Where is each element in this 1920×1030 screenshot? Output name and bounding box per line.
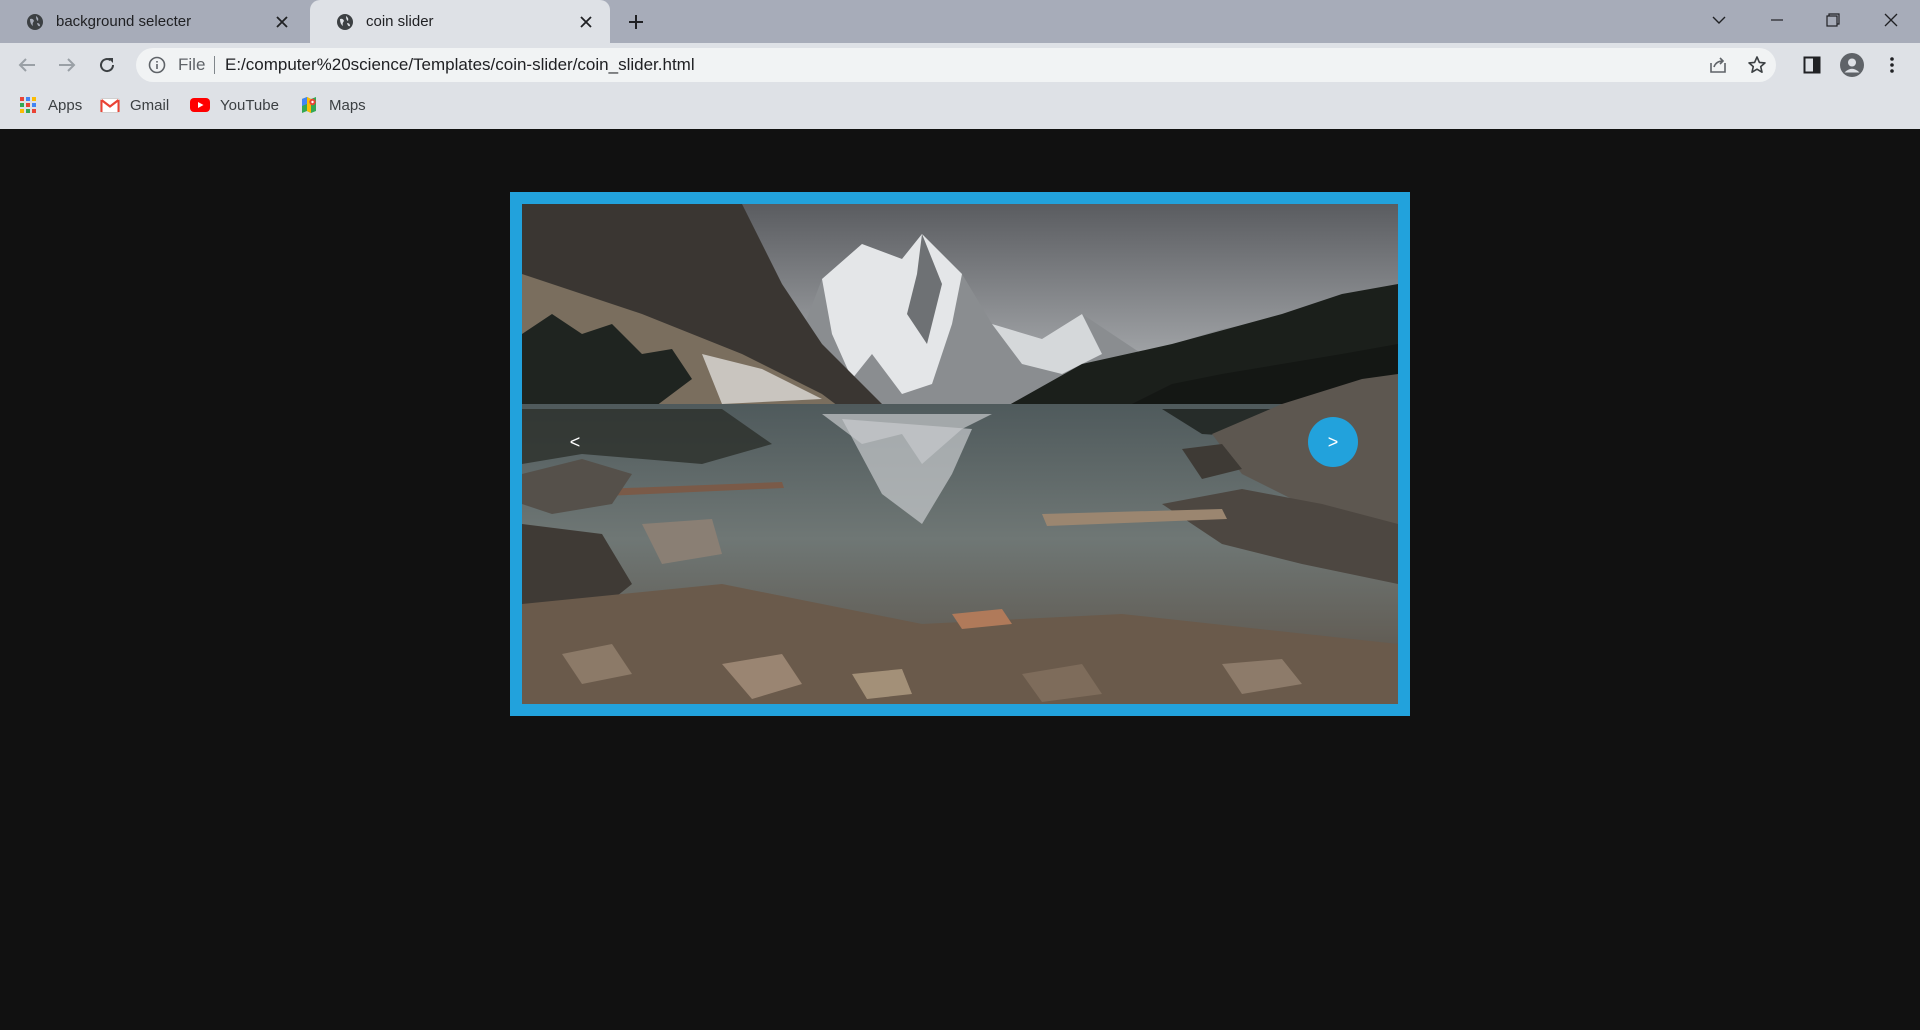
slide-image	[522, 204, 1398, 704]
share-icon[interactable]	[1708, 55, 1728, 75]
apps-grid-icon	[18, 95, 38, 115]
chevron-down-icon	[1712, 16, 1726, 24]
bookmark-label: YouTube	[220, 96, 279, 114]
info-icon[interactable]	[148, 56, 166, 74]
address-divider	[214, 56, 215, 74]
page-viewport: < >	[0, 129, 1920, 1030]
side-panel-button[interactable]	[1796, 49, 1828, 81]
mountain-lake-image	[522, 204, 1398, 704]
menu-button[interactable]	[1876, 49, 1908, 81]
back-arrow-icon	[18, 58, 35, 72]
bookmark-label: Gmail	[130, 96, 170, 114]
maps-icon	[299, 95, 319, 115]
browser-chrome: background selecter coin slider File E:/…	[0, 0, 1920, 129]
prev-slide-button[interactable]: <	[560, 417, 590, 467]
close-window-button[interactable]	[1868, 0, 1914, 40]
plus-icon	[629, 15, 643, 29]
reload-button[interactable]	[91, 49, 123, 81]
address-bar[interactable]: File E:/computer%20science/Templates/coi…	[136, 48, 1776, 82]
minimize-icon	[1771, 19, 1783, 21]
close-tab-icon[interactable]	[272, 12, 292, 32]
kebab-menu-icon	[1890, 57, 1894, 73]
next-slide-button[interactable]: >	[1308, 417, 1358, 467]
tab-background-selecter[interactable]: background selecter	[0, 0, 306, 43]
back-button[interactable]	[11, 49, 43, 81]
tab-search-button[interactable]	[1696, 0, 1742, 40]
bookmarks-bar: Apps Gmail YouTube Maps	[0, 88, 1920, 129]
globe-icon	[337, 13, 353, 30]
youtube-icon	[190, 95, 210, 115]
forward-button[interactable]	[51, 49, 83, 81]
avatar-icon	[1840, 53, 1864, 77]
profile-button[interactable]	[1836, 49, 1868, 81]
tab-coin-slider[interactable]: coin slider	[310, 0, 610, 43]
coin-slider: < >	[510, 192, 1410, 716]
address-url[interactable]: E:/computer%20science/Templates/coin-sli…	[225, 48, 695, 82]
bookmark-label: Maps	[329, 96, 366, 114]
tab-title: coin slider	[366, 13, 434, 30]
gmail-icon	[100, 95, 120, 115]
bookmark-star-icon[interactable]	[1747, 55, 1767, 75]
tab-strip: background selecter coin slider	[0, 0, 1920, 43]
close-icon	[1884, 13, 1898, 27]
globe-icon	[27, 13, 43, 30]
tab-title: background selecter	[56, 13, 192, 30]
bookmark-label: Apps	[48, 96, 83, 114]
new-tab-button[interactable]	[622, 9, 650, 35]
bookmark-gmail[interactable]: Gmail	[100, 88, 169, 122]
forward-arrow-icon	[59, 58, 76, 72]
restore-icon	[1826, 13, 1840, 27]
close-tab-icon[interactable]	[576, 12, 596, 32]
bookmark-apps[interactable]: Apps	[18, 88, 82, 122]
side-panel-icon	[1803, 56, 1821, 74]
restore-button[interactable]	[1810, 0, 1856, 40]
bookmark-youtube[interactable]: YouTube	[190, 88, 279, 122]
address-scheme-label: File	[178, 55, 206, 74]
bookmark-maps[interactable]: Maps	[299, 88, 366, 122]
reload-icon	[100, 58, 115, 73]
minimize-button[interactable]	[1754, 0, 1800, 40]
browser-toolbar: File E:/computer%20science/Templates/coi…	[0, 43, 1920, 88]
